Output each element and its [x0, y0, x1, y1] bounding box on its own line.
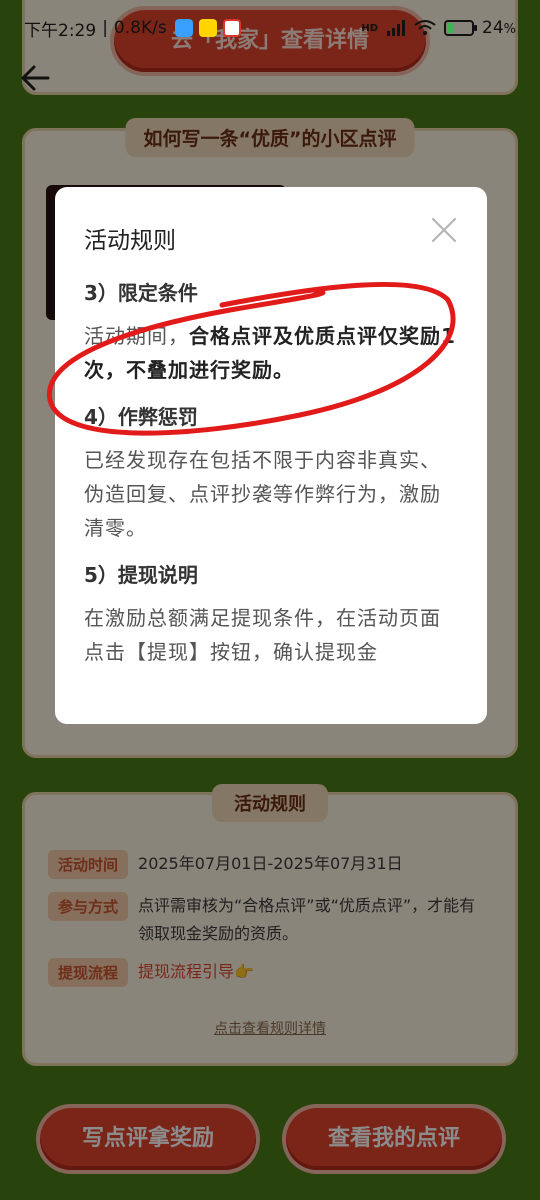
hd-icon: HD [361, 22, 378, 34]
rule-text-limit: 活动期间，合格点评及优质点评仅奖励1次，不叠加进行奖励。 [84, 324, 456, 382]
rule-heading-limit: 3）限定条件 [84, 281, 198, 305]
shopping-app-icon [222, 19, 241, 37]
status-time: 下午2:29 [24, 20, 97, 41]
status-bar: 下午2:29 | 0.8K/s HD 24% [0, 0, 540, 56]
close-icon[interactable] [431, 217, 457, 243]
network-speed: 0.8K/s [113, 18, 167, 38]
rules-modal: 活动规则 3）限定条件 活动期间，合格点评及优质点评仅奖励1次，不叠加进行奖励。… [55, 187, 487, 724]
rule-heading-withdraw: 5）提现说明 [84, 563, 198, 587]
cell-signal-icon [387, 20, 405, 36]
wifi-icon [414, 20, 436, 35]
news-app-icon [198, 19, 217, 37]
rule-text-cheat: 已经发现存在包括不限于内容非真实、伪造回复、点评抄袭等作弊行为，激励清零。 [84, 448, 441, 540]
modal-body[interactable]: 3）限定条件 活动期间，合格点评及优质点评仅奖励1次，不叠加进行奖励。 4）作弊… [84, 273, 460, 703]
rule-text-withdraw: 在激励总额满足提现条件，在活动页面点击【提现】按钮，确认提现金 [84, 606, 441, 664]
weather-app-icon [174, 19, 193, 37]
notification-icons [174, 19, 241, 37]
back-arrow-icon[interactable] [18, 60, 54, 96]
battery-icon [444, 20, 477, 36]
rule-heading-cheat: 4）作弊惩罚 [84, 405, 198, 429]
modal-title: 活动规则 [84, 228, 176, 254]
battery-percent: 24% [482, 18, 516, 38]
status-divider: | [102, 18, 108, 38]
